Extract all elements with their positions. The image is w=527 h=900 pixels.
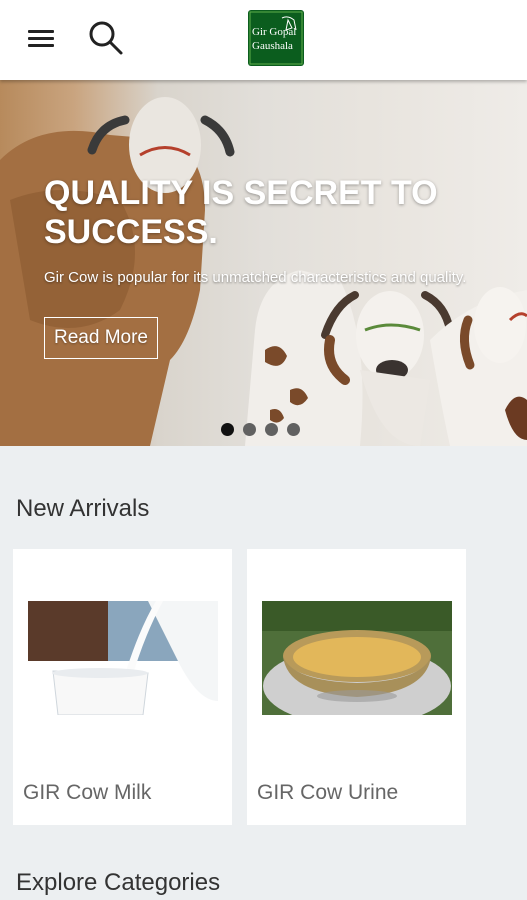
new-arrivals-title: New Arrivals	[16, 495, 150, 522]
logo-text-line2: Gaushala	[252, 40, 293, 52]
hero-title: QUALITY IS SECRET TO SUCCESS.	[44, 174, 438, 251]
hamburger-menu-icon[interactable]	[24, 24, 58, 54]
logo-text-line1: Gir Gopal	[252, 26, 297, 38]
search-icon[interactable]	[86, 18, 126, 58]
app-header: Gir Gopal Gaushala	[0, 0, 527, 80]
read-more-button[interactable]: Read More	[44, 317, 158, 359]
carousel-dot-2[interactable]	[243, 423, 256, 436]
carousel-dot-3[interactable]	[265, 423, 278, 436]
carousel-dot-4[interactable]	[287, 423, 300, 436]
product-card-milk[interactable]: GIR Cow Milk	[13, 549, 232, 825]
hero-banner[interactable]: QUALITY IS SECRET TO SUCCESS. Gir Cow is…	[0, 80, 527, 446]
hero-description: Gir Cow is popular for its unmatched cha…	[44, 269, 467, 286]
carousel-dot-1[interactable]	[221, 423, 234, 436]
product-image-urine	[262, 601, 452, 715]
product-name-urine: GIR Cow Urine	[257, 781, 399, 804]
product-image-milk	[28, 601, 218, 715]
product-name-milk: GIR Cow Milk	[23, 781, 152, 804]
explore-categories-title: Explore Categories	[16, 869, 221, 896]
product-card-urine[interactable]: GIR Cow Urine	[247, 549, 466, 825]
brand-logo[interactable]: Gir Gopal Gaushala	[248, 10, 304, 66]
hero-cows-image	[0, 97, 527, 446]
